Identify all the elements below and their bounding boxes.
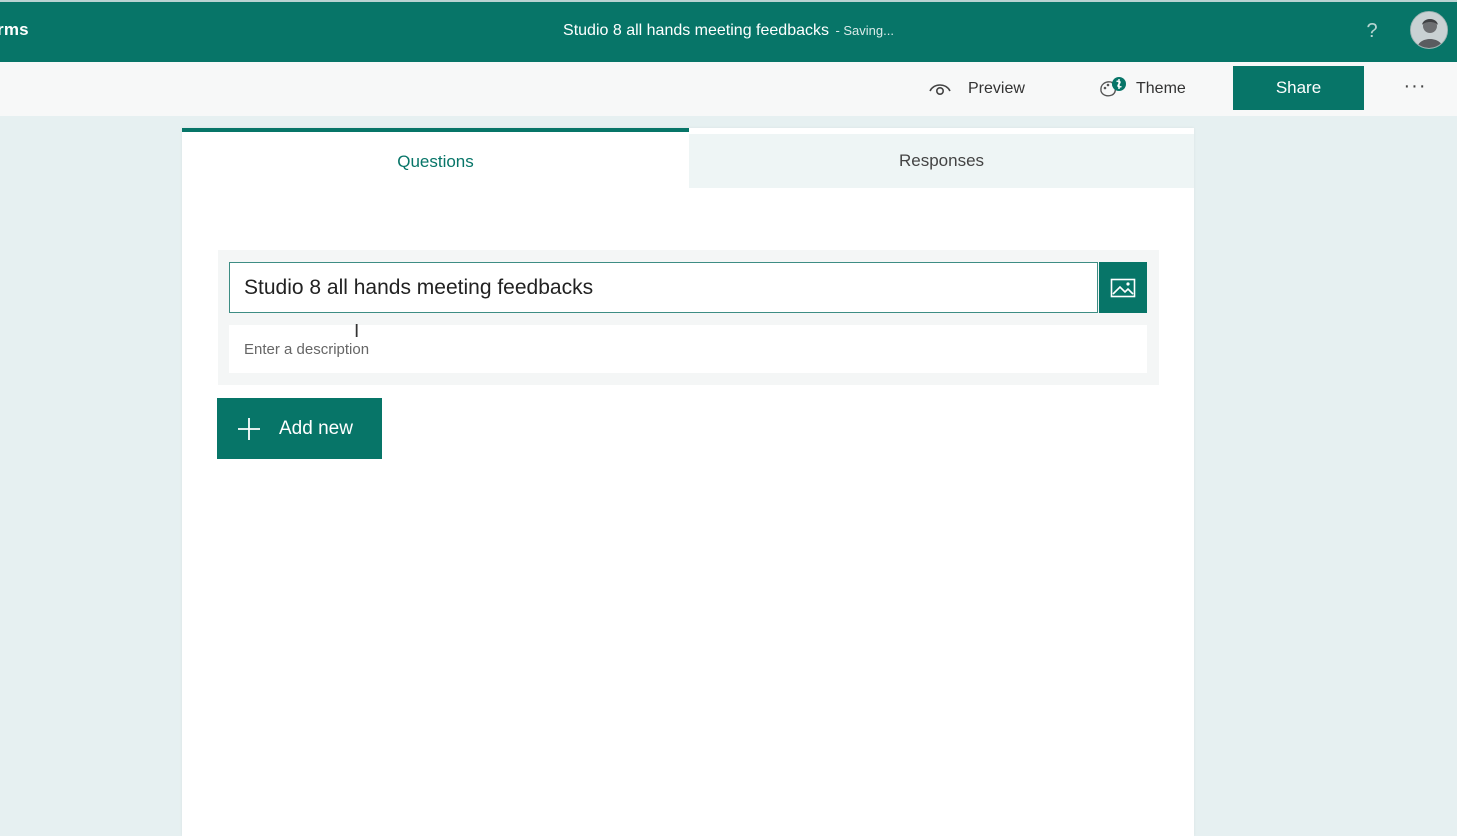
command-bar: Preview Theme Share ··· <box>0 62 1457 116</box>
form-title-section <box>218 250 1159 385</box>
question-mark-icon[interactable]: ? <box>1362 19 1382 43</box>
preview-button[interactable]: Preview <box>928 77 1025 101</box>
add-new-label: Add new <box>279 417 353 439</box>
insert-image-button[interactable] <box>1099 262 1147 313</box>
ellipsis-icon[interactable]: ··· <box>1398 76 1432 100</box>
tab-questions[interactable]: Questions <box>182 128 689 188</box>
theme-label: Theme <box>1136 80 1186 97</box>
image-icon <box>1110 278 1136 297</box>
header-title-area: Studio 8 all hands meeting feedbacks - S… <box>0 22 1457 40</box>
add-new-button[interactable]: Add new <box>217 398 382 459</box>
form-title-input[interactable] <box>229 262 1098 313</box>
avatar-icon <box>1411 12 1447 48</box>
preview-label: Preview <box>968 80 1025 97</box>
top-header: rms Studio 8 all hands meeting feedbacks… <box>0 0 1457 62</box>
save-status: - Saving... <box>835 23 894 38</box>
eye-icon <box>929 84 951 96</box>
form-description-input[interactable] <box>229 325 1147 373</box>
palette-icon <box>1100 77 1126 97</box>
plus-icon <box>238 417 260 440</box>
theme-button[interactable]: Theme <box>1098 77 1186 101</box>
form-editor-panel: Questions Responses I Add new <box>182 128 1194 836</box>
user-avatar[interactable] <box>1410 11 1448 49</box>
text-cursor-icon: I <box>354 321 360 342</box>
tab-responses[interactable]: Responses <box>689 134 1194 188</box>
share-button[interactable]: Share <box>1233 66 1364 110</box>
header-form-title: Studio 8 all hands meeting feedbacks <box>563 22 829 39</box>
